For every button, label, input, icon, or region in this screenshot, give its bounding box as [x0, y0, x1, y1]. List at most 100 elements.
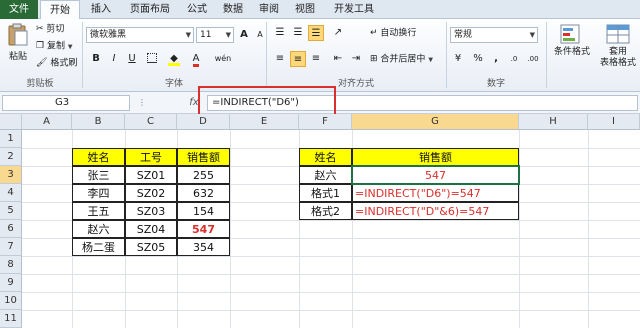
font-name-value: 微软雅黑 — [90, 30, 127, 40]
shrink-font-icon: A — [257, 30, 263, 39]
comma-icon: , — [494, 53, 498, 64]
chevron-down-icon: ▼ — [67, 43, 73, 51]
table1-cell[interactable]: SZ01 — [125, 166, 177, 184]
column-header[interactable]: C — [125, 114, 177, 130]
format-painter-button[interactable]: 🖌 格式刷 — [36, 57, 77, 70]
decrease-decimal-button[interactable]: .00 — [524, 51, 542, 67]
table1-header-sales[interactable]: 销售额 — [177, 148, 230, 166]
row-header[interactable]: 10 — [0, 292, 22, 310]
row-header[interactable]: 7 — [0, 238, 22, 256]
paste-button[interactable]: 粘贴 — [4, 23, 32, 67]
align-bottom-button[interactable]: ☰ — [308, 25, 324, 41]
copy-button[interactable]: ❐ 复制 ▼ — [36, 40, 72, 54]
table1-cell[interactable]: 255 — [177, 166, 230, 184]
column-header[interactable]: D — [177, 114, 230, 130]
gridline — [22, 310, 640, 311]
table1-header-name[interactable]: 姓名 — [72, 148, 125, 166]
table2-cell[interactable]: 格式2 — [299, 202, 352, 220]
table2-formula-cell[interactable]: =INDIRECT("D"&6)=547 — [352, 202, 519, 220]
align-left-button[interactable]: ≡ — [272, 51, 288, 67]
number-format-select[interactable]: 常规 ▼ — [450, 27, 538, 43]
table2-formula-cell[interactable]: =INDIRECT("D6")=547 — [352, 184, 519, 202]
align-middle-button[interactable]: ☰ — [290, 25, 306, 41]
merge-center-button[interactable]: ⊞ 合并后居中 ▼ — [370, 53, 433, 67]
table1-cell[interactable]: SZ04 — [125, 220, 177, 238]
name-box[interactable]: G3 — [2, 95, 130, 111]
table1-cell[interactable]: 李四 — [72, 184, 125, 202]
name-box-divider-icon: ⋮ — [138, 98, 146, 107]
tab-home[interactable]: 开始 — [40, 0, 80, 20]
table1-cell[interactable]: 张三 — [72, 166, 125, 184]
orientation-button[interactable]: ↗ — [330, 25, 346, 41]
table1-cell[interactable]: SZ02 — [125, 184, 177, 202]
column-header[interactable]: E — [230, 114, 299, 130]
group-divider — [446, 22, 447, 88]
tab-file[interactable]: 文件 — [0, 0, 38, 19]
align-top-icon: ☰ — [275, 27, 285, 38]
row-header[interactable]: 9 — [0, 274, 22, 292]
table1-cell[interactable]: 154 — [177, 202, 230, 220]
align-right-button[interactable]: ≡ — [308, 51, 324, 67]
table1-cell[interactable]: 632 — [177, 184, 230, 202]
conditional-formatting-button[interactable]: 条件格式 — [550, 23, 594, 58]
increase-decimal-button[interactable]: .0 — [506, 51, 522, 67]
table1-cell[interactable]: 354 — [177, 238, 230, 256]
tab-page-layout[interactable]: 页面布局 — [124, 0, 176, 19]
select-all-corner[interactable] — [0, 114, 22, 130]
column-header[interactable]: F — [299, 114, 352, 130]
row-header[interactable]: 5 — [0, 202, 22, 220]
tab-developer[interactable]: 开发工具 — [328, 0, 380, 19]
column-header[interactable]: H — [519, 114, 588, 130]
row-header[interactable]: 6 — [0, 220, 22, 238]
row-header[interactable]: 11 — [0, 310, 22, 328]
border-button[interactable] — [144, 51, 160, 67]
bold-button[interactable]: B — [88, 51, 104, 67]
format-as-table-button[interactable]: 套用 表格格式 — [596, 23, 640, 69]
table2-header-name[interactable]: 姓名 — [299, 148, 352, 166]
row-header[interactable]: 2 — [0, 148, 22, 166]
phonetic-button[interactable]: wén — [210, 51, 236, 67]
column-header[interactable]: B — [72, 114, 125, 130]
increase-indent-button[interactable]: ⇥ — [348, 51, 364, 67]
table1-cell[interactable]: 杨二蛋 — [72, 238, 125, 256]
tab-insert[interactable]: 插入 — [86, 0, 116, 19]
table1-cell[interactable]: 赵六 — [72, 220, 125, 238]
decrease-indent-button[interactable]: ⇤ — [330, 51, 346, 67]
row-header[interactable]: 4 — [0, 184, 22, 202]
chevron-down-icon: ▼ — [529, 31, 535, 39]
row-header[interactable]: 1 — [0, 130, 22, 148]
row-header[interactable]: 3 — [0, 166, 22, 184]
table2-cell[interactable]: 格式1 — [299, 184, 352, 202]
italic-button[interactable]: I — [106, 51, 122, 67]
table2-header-sales[interactable]: 销售额 — [352, 148, 519, 166]
tab-formulas[interactable]: 公式 — [182, 0, 212, 19]
row-header[interactable]: 8 — [0, 256, 22, 274]
font-color-button[interactable]: A — [188, 51, 204, 67]
table1-cell[interactable]: SZ03 — [125, 202, 177, 220]
fill-color-button[interactable]: ◆ — [166, 51, 182, 67]
percent-button[interactable]: % — [470, 51, 486, 67]
font-name-select[interactable]: 微软雅黑 ▼ — [86, 27, 194, 43]
align-top-button[interactable]: ☰ — [272, 25, 288, 41]
align-center-button[interactable]: ≡ — [290, 51, 306, 67]
align-middle-icon: ☰ — [293, 27, 303, 38]
currency-button[interactable]: ¥ — [450, 51, 466, 67]
table1-cell[interactable]: SZ05 — [125, 238, 177, 256]
underline-button[interactable]: U — [124, 51, 140, 67]
wrap-text-button[interactable]: ↵ 自动换行 — [370, 27, 416, 40]
tab-data[interactable]: 数据 — [218, 0, 248, 19]
table1-cell-highlighted[interactable]: 547 — [177, 220, 230, 238]
table1-header-id[interactable]: 工号 — [125, 148, 177, 166]
tab-review[interactable]: 审阅 — [254, 0, 284, 19]
font-size-select[interactable]: 11 ▼ — [196, 27, 234, 43]
paste-label: 粘贴 — [8, 52, 27, 62]
table1-cell[interactable]: 王五 — [72, 202, 125, 220]
table2-cell[interactable]: 赵六 — [299, 166, 352, 184]
grow-font-button[interactable]: A — [236, 27, 252, 43]
column-header[interactable]: I — [588, 114, 640, 130]
comma-style-button[interactable]: , — [488, 51, 504, 67]
tab-view[interactable]: 视图 — [290, 0, 320, 19]
column-header[interactable]: A — [22, 114, 72, 130]
cut-button[interactable]: ✂ 剪切 — [36, 23, 64, 36]
column-header[interactable]: G — [352, 114, 519, 130]
